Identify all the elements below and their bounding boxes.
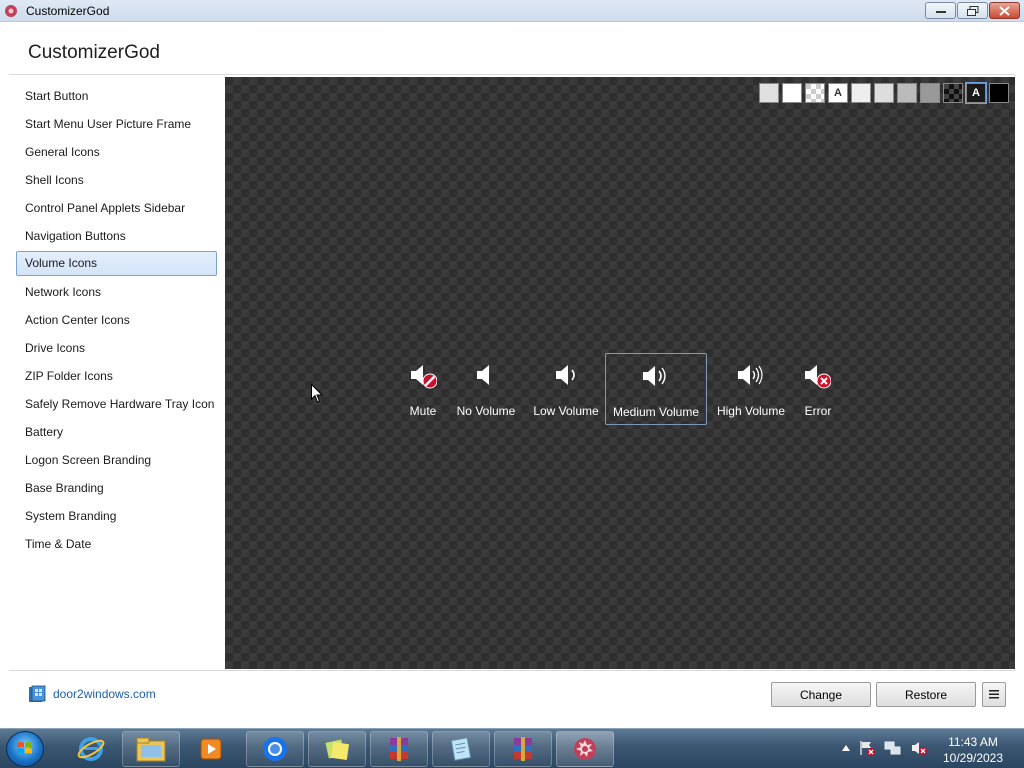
sidebar-item-base-branding[interactable]: Base Branding: [16, 476, 217, 501]
background-swatch[interactable]: [943, 83, 963, 103]
windows-logo-icon: [17, 742, 32, 754]
background-swatch-bar: A A: [759, 82, 1009, 104]
sidebar-item-system-branding[interactable]: System Branding: [16, 504, 217, 529]
volume-icon-error[interactable]: Error: [799, 353, 837, 425]
action-center-flag-icon[interactable]: [858, 739, 876, 757]
sidebar-item-safely-remove-hardware-tray-icon[interactable]: Safely Remove Hardware Tray Icon: [16, 392, 217, 417]
sticky-notes-icon: [325, 739, 350, 761]
change-button[interactable]: Change: [771, 682, 871, 707]
background-swatch[interactable]: [851, 83, 871, 103]
sidebar-item-drive-icons[interactable]: Drive Icons: [16, 336, 217, 361]
volume-label: Low Volume: [533, 404, 599, 418]
notepad-icon: [450, 737, 472, 761]
window-title: CustomizerGod: [26, 4, 110, 18]
taskbar: 11:43 AM 10/29/2023: [0, 728, 1024, 768]
menu-button[interactable]: [982, 682, 1006, 707]
door2windows-logo-icon: [29, 685, 46, 702]
minimize-icon: [935, 10, 946, 13]
app-gear-icon: [5, 5, 17, 17]
volume-icon-low-volume[interactable]: Low Volume: [529, 353, 603, 425]
close-icon: [999, 5, 1010, 16]
volume-icon-high-volume[interactable]: High Volume: [713, 353, 789, 425]
background-swatch[interactable]: [989, 83, 1009, 103]
network-icon[interactable]: [884, 739, 902, 757]
sidebar-item-action-center-icons[interactable]: Action Center Icons: [16, 308, 217, 333]
clock-time: 11:43 AM: [948, 735, 998, 749]
restore-button[interactable]: Restore: [876, 682, 976, 707]
mouse-cursor-icon: [311, 384, 323, 403]
taskbar-winrar[interactable]: [370, 731, 428, 767]
background-swatch-text-selected[interactable]: A: [965, 82, 987, 104]
volume-icon-no-volume[interactable]: No Volume: [453, 353, 519, 425]
background-swatch[interactable]: [897, 83, 917, 103]
volume-label: Medium Volume: [612, 405, 700, 419]
background-swatch[interactable]: [759, 83, 779, 103]
sidebar-item-general-icons[interactable]: General Icons: [16, 140, 217, 165]
show-hidden-icons-arrow[interactable]: [842, 745, 850, 751]
volume-label: High Volume: [716, 404, 786, 418]
winrar-icon: [390, 737, 408, 761]
background-swatch[interactable]: [920, 83, 940, 103]
volume-icon[interactable]: [910, 739, 928, 757]
internet-explorer-icon: [77, 737, 105, 761]
clock-date: 10/29/2023: [942, 751, 1004, 765]
taskbar-notepad[interactable]: [432, 731, 490, 767]
speaker-medium-volume-icon: [643, 366, 666, 386]
title-bar: CustomizerGod: [0, 0, 1024, 22]
media-player-icon: [200, 738, 222, 760]
background-swatch[interactable]: [874, 83, 894, 103]
chrome-icon: [263, 737, 287, 761]
customizergod-icon: [574, 738, 596, 760]
door2windows-link[interactable]: door2windows.com: [28, 683, 156, 705]
speaker-mute-icon: [411, 365, 437, 389]
sidebar-item-volume-icons[interactable]: Volume Icons: [16, 251, 217, 276]
footer-divider: [9, 670, 1015, 671]
volume-label: Mute: [409, 404, 437, 418]
sidebar-item-start-button[interactable]: Start Button: [16, 84, 217, 109]
speaker-low-volume-icon: [556, 365, 575, 385]
system-tray: [842, 737, 928, 759]
sidebar-item-battery[interactable]: Battery: [16, 420, 217, 445]
sidebar-item-zip-folder-icons[interactable]: ZIP Folder Icons: [16, 364, 217, 389]
close-button[interactable]: [989, 2, 1020, 19]
volume-icon-mute[interactable]: Mute: [405, 353, 441, 425]
speaker-high-volume-icon: [738, 365, 763, 385]
icon-preview-area: A A Mute No Volume Low Volume Medium Vol…: [225, 77, 1015, 669]
winrar-icon: [514, 737, 532, 761]
sidebar-item-network-icons[interactable]: Network Icons: [16, 280, 217, 305]
restore-window-icon: [966, 5, 978, 16]
category-sidebar: Start Button Start Menu User Picture Fra…: [9, 76, 223, 670]
speaker-error-icon: [805, 365, 831, 389]
start-button[interactable]: [6, 731, 44, 767]
taskbar-winrar-2[interactable]: [494, 731, 552, 767]
taskbar-sticky-notes[interactable]: [308, 731, 366, 767]
sidebar-item-control-panel-applets-sidebar[interactable]: Control Panel Applets Sidebar: [16, 196, 217, 221]
taskbar-chrome[interactable]: [246, 731, 304, 767]
restore-window-button[interactable]: [957, 2, 988, 19]
sidebar-item-navigation-buttons[interactable]: Navigation Buttons: [16, 224, 217, 249]
volume-label: Error: [804, 404, 832, 418]
minimize-button[interactable]: [925, 2, 956, 19]
app-header-title: CustomizerGod: [28, 42, 160, 63]
sidebar-item-logon-screen-branding[interactable]: Logon Screen Branding: [16, 448, 217, 473]
volume-icon-medium-volume[interactable]: Medium Volume: [605, 353, 707, 425]
taskbar-customizergod[interactable]: [556, 731, 614, 767]
speaker-no-volume-icon: [477, 365, 489, 385]
taskbar-file-explorer[interactable]: [122, 731, 180, 767]
file-explorer-icon: [136, 737, 166, 762]
door2windows-link-text[interactable]: door2windows.com: [53, 687, 156, 701]
hamburger-menu-icon: [989, 690, 999, 699]
background-swatch-text[interactable]: A: [828, 83, 848, 103]
header-divider: [9, 74, 1015, 75]
volume-label: No Volume: [456, 404, 516, 418]
sidebar-item-shell-icons[interactable]: Shell Icons: [16, 168, 217, 193]
sidebar-item-time-date[interactable]: Time & Date: [16, 532, 217, 557]
taskbar-media-player[interactable]: [182, 731, 240, 767]
background-swatch[interactable]: [782, 83, 802, 103]
taskbar-clock[interactable]: 11:43 AM 10/29/2023: [930, 734, 1016, 766]
taskbar-internet-explorer[interactable]: [62, 731, 120, 767]
background-swatch[interactable]: [805, 83, 825, 103]
sidebar-item-start-menu-user-picture-frame[interactable]: Start Menu User Picture Frame: [16, 112, 217, 137]
